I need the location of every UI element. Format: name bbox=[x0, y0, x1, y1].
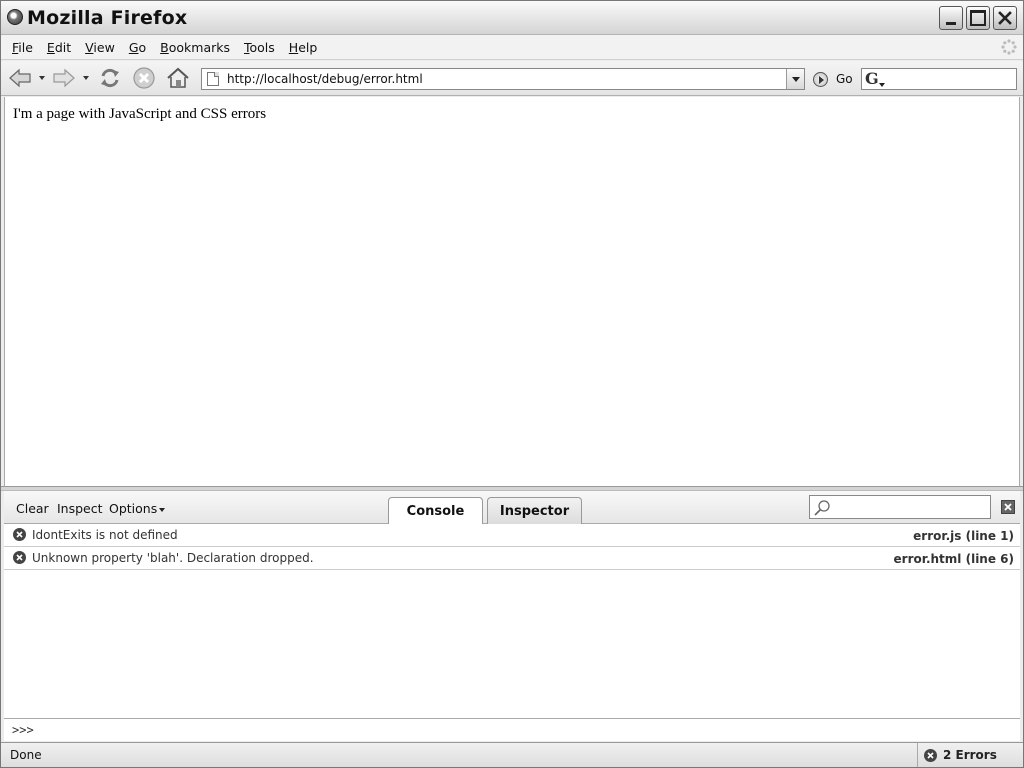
error-count-label: 2 Errors bbox=[943, 748, 997, 762]
menu-help[interactable]: Help bbox=[282, 40, 325, 55]
close-window-button[interactable] bbox=[993, 6, 1017, 30]
maximize-button[interactable] bbox=[966, 6, 990, 30]
error-icon bbox=[13, 551, 26, 564]
tab-inspector[interactable]: Inspector bbox=[487, 497, 582, 524]
close-icon bbox=[998, 11, 1012, 25]
url-bar[interactable]: http://localhost/debug/error.html bbox=[201, 68, 805, 90]
console-row[interactable]: Unknown property 'blah'. Declaration dro… bbox=[4, 547, 1020, 570]
firefox-icon bbox=[7, 9, 23, 25]
back-arrow-icon bbox=[9, 68, 31, 88]
clear-button[interactable]: Clear bbox=[16, 501, 49, 516]
firebug-search-input[interactable] bbox=[809, 495, 991, 519]
menu-file[interactable]: File bbox=[5, 40, 40, 55]
browser-window: Mozilla Firefox File Edit View Go Bookma… bbox=[0, 0, 1024, 768]
forward-button[interactable] bbox=[51, 66, 77, 90]
back-button[interactable] bbox=[7, 66, 33, 90]
url-text[interactable]: http://localhost/debug/error.html bbox=[227, 72, 423, 86]
back-history-dropdown[interactable] bbox=[37, 66, 47, 90]
menu-accel: B bbox=[160, 39, 169, 55]
console-row[interactable]: IdontExits is not defined error.js (line… bbox=[4, 524, 1020, 547]
menu-label: iew bbox=[93, 39, 115, 55]
menu-label: dit bbox=[54, 39, 72, 55]
menu-bookmarks[interactable]: Bookmarks bbox=[153, 40, 237, 55]
menu-label: elp bbox=[298, 39, 318, 55]
search-icon bbox=[814, 500, 830, 516]
forward-history-dropdown[interactable] bbox=[81, 66, 91, 90]
close-icon bbox=[1004, 503, 1012, 511]
chevron-down-icon bbox=[83, 76, 89, 80]
window-title: Mozilla Firefox bbox=[27, 7, 188, 29]
command-line-input[interactable]: >>> bbox=[4, 718, 1020, 741]
inspect-button[interactable]: Inspect bbox=[57, 501, 103, 516]
firebug-close-button[interactable] bbox=[1001, 500, 1015, 514]
menu-label: ookmarks bbox=[168, 39, 230, 55]
page-content: I'm a page with JavaScript and CSS error… bbox=[4, 97, 1020, 486]
console-output: IdontExits is not defined error.js (line… bbox=[4, 524, 1020, 718]
reload-icon bbox=[101, 68, 119, 88]
menu-accel: G bbox=[128, 39, 139, 55]
url-history-dropdown[interactable] bbox=[786, 69, 804, 89]
home-icon bbox=[167, 67, 189, 88]
error-icon bbox=[13, 528, 26, 541]
console-source-link[interactable]: error.html (line 6) bbox=[894, 552, 1014, 566]
error-icon bbox=[924, 748, 937, 762]
reload-button[interactable] bbox=[97, 66, 123, 90]
go-label: Go bbox=[836, 72, 853, 86]
menu-accel: E bbox=[46, 39, 55, 55]
error-count-indicator[interactable]: 2 Errors bbox=[917, 743, 1023, 767]
page-text: I'm a page with JavaScript and CSS error… bbox=[13, 106, 267, 122]
search-bar[interactable]: G bbox=[861, 68, 1017, 90]
console-message: Unknown property 'blah'. Declaration dro… bbox=[32, 551, 314, 565]
menu-edit[interactable]: Edit bbox=[40, 40, 78, 55]
go-button[interactable]: Go bbox=[813, 70, 853, 88]
home-button[interactable] bbox=[165, 66, 191, 90]
firebug-toolbar: Clear Inspect Options Console Inspector bbox=[4, 491, 1020, 525]
throbber-icon bbox=[1001, 39, 1017, 55]
status-text: Done bbox=[10, 748, 42, 762]
tab-console[interactable]: Console bbox=[388, 497, 483, 525]
chevron-down-icon bbox=[39, 76, 45, 80]
stop-button[interactable] bbox=[131, 66, 157, 90]
console-source-link[interactable]: error.js (line 1) bbox=[913, 529, 1014, 543]
menu-label: ile bbox=[18, 39, 33, 55]
menu-label: o bbox=[138, 39, 147, 55]
navigation-toolbar: http://localhost/debug/error.html Go G bbox=[1, 61, 1023, 96]
page-icon bbox=[207, 72, 219, 86]
menu-go[interactable]: Go bbox=[122, 40, 153, 55]
title-bar: Mozilla Firefox bbox=[1, 1, 1023, 35]
menu-label: ools bbox=[249, 39, 275, 55]
options-menu[interactable]: Options bbox=[109, 501, 165, 516]
command-prompt: >>> bbox=[12, 723, 34, 737]
menu-tools[interactable]: Tools bbox=[237, 40, 282, 55]
menu-accel: H bbox=[288, 39, 299, 55]
menu-bar: File Edit View Go Bookmarks Tools Help bbox=[1, 35, 1023, 60]
go-arrow-icon bbox=[813, 71, 828, 87]
stop-icon bbox=[133, 67, 155, 89]
minimize-button[interactable] bbox=[939, 6, 963, 30]
console-message: IdontExits is not defined bbox=[32, 528, 178, 542]
search-engine-icon[interactable]: G bbox=[865, 70, 885, 88]
forward-arrow-icon bbox=[53, 68, 75, 88]
menu-view[interactable]: View bbox=[78, 40, 122, 55]
status-bar: Done 2 Errors bbox=[1, 742, 1023, 767]
